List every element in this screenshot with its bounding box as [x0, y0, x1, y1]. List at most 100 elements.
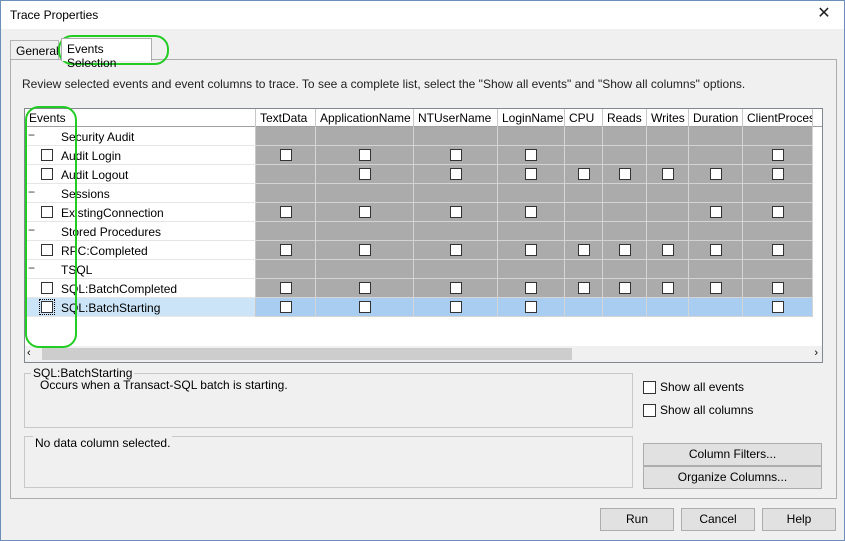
- column-header-reads[interactable]: Reads: [603, 109, 647, 127]
- data-cell-reads[interactable]: [603, 241, 647, 260]
- event-checkbox[interactable]: [39, 299, 55, 315]
- column-checkbox[interactable]: [279, 282, 292, 294]
- event-checkbox[interactable]: [41, 168, 53, 180]
- data-cell-loginname[interactable]: [498, 279, 565, 298]
- column-checkbox[interactable]: [358, 282, 371, 294]
- data-cell-textdata[interactable]: [256, 279, 316, 298]
- column-checkbox[interactable]: [709, 206, 722, 218]
- show-all-events-checkbox[interactable]: [643, 381, 656, 394]
- data-cell-applicationname[interactable]: [316, 165, 414, 184]
- data-cell-cpu[interactable]: [565, 146, 603, 165]
- column-header-cpu[interactable]: CPU: [565, 109, 603, 127]
- column-checkbox[interactable]: [279, 301, 292, 313]
- data-cell-cpu[interactable]: [565, 165, 603, 184]
- collapse-icon[interactable]: −: [28, 185, 35, 199]
- column-checkbox[interactable]: [709, 244, 722, 256]
- column-checkbox[interactable]: [577, 244, 590, 256]
- column-header-textdata[interactable]: TextData: [256, 109, 316, 127]
- cancel-button[interactable]: Cancel: [681, 508, 755, 531]
- column-checkbox[interactable]: [709, 168, 722, 180]
- collapse-icon[interactable]: −: [28, 261, 35, 275]
- run-button[interactable]: Run: [600, 508, 674, 531]
- data-cell-reads[interactable]: [603, 146, 647, 165]
- data-cell-loginname[interactable]: [498, 241, 565, 260]
- data-cell-duration[interactable]: [689, 165, 743, 184]
- data-cell-clientprocessi[interactable]: [743, 146, 813, 165]
- close-icon[interactable]: ✕: [814, 4, 834, 24]
- tab-events-selection[interactable]: Events Selection: [61, 38, 152, 70]
- column-checkbox[interactable]: [358, 244, 371, 256]
- column-checkbox[interactable]: [449, 149, 462, 161]
- collapse-icon[interactable]: −: [28, 223, 35, 237]
- column-checkbox[interactable]: [661, 244, 674, 256]
- column-checkbox[interactable]: [525, 282, 537, 294]
- event-checkbox[interactable]: [41, 244, 53, 256]
- event-row[interactable]: Audit Logout: [25, 165, 822, 184]
- category-row[interactable]: − Sessions: [25, 184, 822, 203]
- event-row[interactable]: ExistingConnection: [25, 203, 822, 222]
- data-cell-writes[interactable]: [647, 241, 689, 260]
- column-header-applicationname[interactable]: ApplicationName: [316, 109, 414, 127]
- event-row[interactable]: SQL:BatchCompleted: [25, 279, 822, 298]
- event-checkbox[interactable]: [41, 282, 53, 294]
- column-checkbox[interactable]: [661, 282, 674, 294]
- event-name-cell[interactable]: − Stored Procedures: [25, 222, 256, 241]
- data-cell-loginname[interactable]: [498, 146, 565, 165]
- column-header-writes[interactable]: Writes: [647, 109, 689, 127]
- column-checkbox[interactable]: [525, 301, 537, 313]
- column-checkbox[interactable]: [661, 168, 674, 180]
- data-cell-clientprocessi[interactable]: [743, 279, 813, 298]
- column-checkbox[interactable]: [449, 206, 462, 218]
- data-cell-cpu[interactable]: [565, 279, 603, 298]
- column-header-ntusername[interactable]: NTUserName: [414, 109, 498, 127]
- column-checkbox[interactable]: [525, 244, 537, 256]
- column-filters-button[interactable]: Column Filters...: [643, 443, 822, 466]
- data-cell-clientprocessi[interactable]: [743, 298, 813, 317]
- data-cell-reads[interactable]: [603, 165, 647, 184]
- data-cell-ntusername[interactable]: [414, 203, 498, 222]
- column-checkbox[interactable]: [577, 168, 590, 180]
- column-header-clientprocessi[interactable]: ClientProcessI: [743, 109, 813, 127]
- data-cell-applicationname[interactable]: [316, 298, 414, 317]
- scroll-right-icon[interactable]: ›: [814, 347, 818, 359]
- data-cell-textdata[interactable]: [256, 146, 316, 165]
- data-cell-ntusername[interactable]: [414, 279, 498, 298]
- help-button[interactable]: Help: [762, 508, 836, 531]
- column-checkbox[interactable]: [771, 149, 784, 161]
- data-cell-duration[interactable]: [689, 279, 743, 298]
- event-row[interactable]: Audit Login: [25, 146, 822, 165]
- column-header-loginname[interactable]: LoginName: [498, 109, 565, 127]
- data-cell-ntusername[interactable]: [414, 298, 498, 317]
- data-cell-applicationname[interactable]: [316, 203, 414, 222]
- column-checkbox[interactable]: [358, 206, 371, 218]
- column-checkbox[interactable]: [771, 244, 784, 256]
- column-header-duration[interactable]: Duration: [689, 109, 743, 127]
- category-row[interactable]: − Security Audit: [25, 127, 822, 146]
- data-cell-cpu[interactable]: [565, 298, 603, 317]
- column-checkbox[interactable]: [525, 168, 537, 180]
- tab-general[interactable]: General: [10, 40, 59, 60]
- event-name-cell[interactable]: − TSQL: [25, 260, 256, 279]
- column-checkbox[interactable]: [279, 149, 292, 161]
- column-checkbox[interactable]: [358, 301, 371, 313]
- data-cell-textdata[interactable]: [256, 298, 316, 317]
- data-cell-writes[interactable]: [647, 146, 689, 165]
- data-cell-cpu[interactable]: [565, 241, 603, 260]
- data-cell-writes[interactable]: [647, 298, 689, 317]
- data-cell-reads[interactable]: [603, 298, 647, 317]
- organize-columns-button[interactable]: Organize Columns...: [643, 466, 822, 489]
- horizontal-scrollbar[interactable]: ‹ ›: [25, 346, 822, 362]
- data-cell-reads[interactable]: [603, 279, 647, 298]
- category-row[interactable]: − TSQL: [25, 260, 822, 279]
- column-checkbox[interactable]: [618, 168, 631, 180]
- column-checkbox[interactable]: [618, 282, 631, 294]
- column-checkbox[interactable]: [771, 168, 784, 180]
- data-cell-ntusername[interactable]: [414, 241, 498, 260]
- event-checkbox[interactable]: [41, 149, 53, 161]
- column-checkbox[interactable]: [525, 206, 537, 218]
- event-name-cell[interactable]: − Sessions: [25, 184, 256, 203]
- data-cell-textdata[interactable]: [256, 165, 316, 184]
- data-cell-writes[interactable]: [647, 203, 689, 222]
- data-cell-clientprocessi[interactable]: [743, 165, 813, 184]
- data-cell-textdata[interactable]: [256, 241, 316, 260]
